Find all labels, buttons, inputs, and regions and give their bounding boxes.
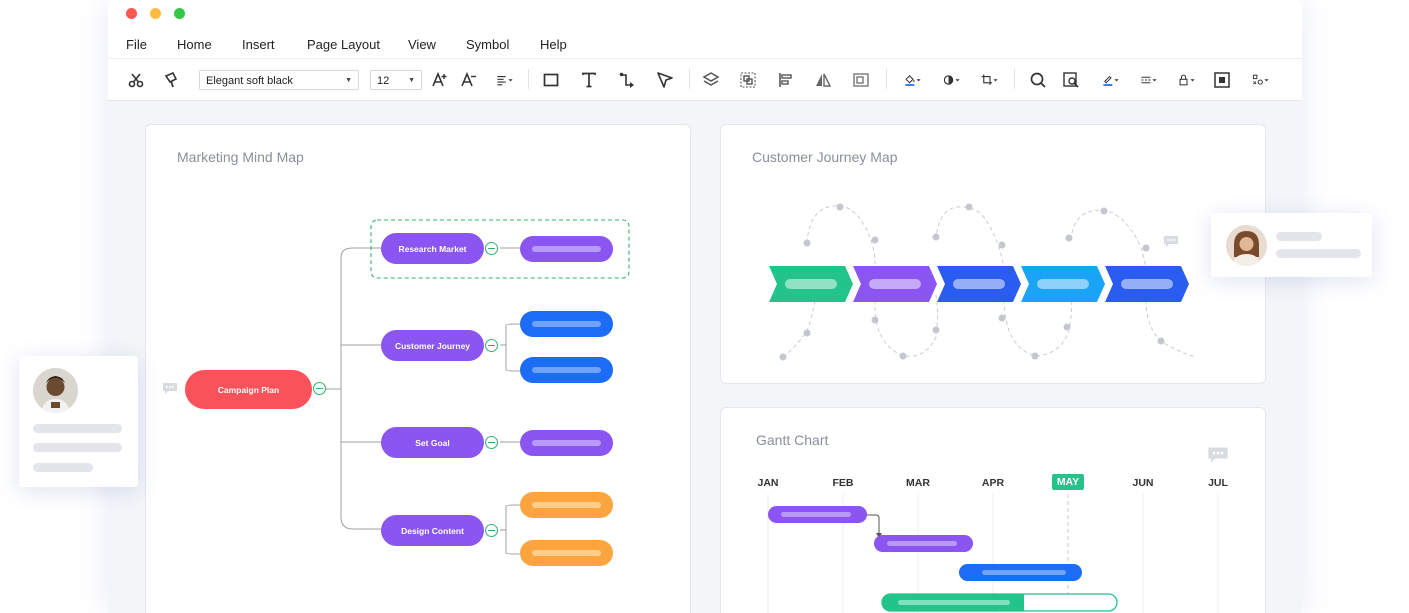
collapse-toggle[interactable] — [485, 524, 498, 537]
toolbar-divider — [689, 69, 690, 89]
frame-icon[interactable] — [852, 71, 870, 89]
close-window-button[interactable] — [126, 8, 137, 19]
collaborator-card[interactable] — [1211, 213, 1372, 277]
journey-stages — [769, 266, 1189, 302]
align-text-icon[interactable] — [492, 71, 518, 89]
find-replace-icon[interactable] — [1062, 71, 1080, 89]
journey-map-panel[interactable]: Customer Journey Map — [720, 124, 1266, 384]
maximize-window-button[interactable] — [174, 8, 185, 19]
gantt-task-bar-fill — [781, 512, 851, 517]
journey-stage-label-placeholder — [953, 279, 1005, 289]
fill-color-icon[interactable] — [900, 71, 926, 89]
menu-help[interactable]: Help — [540, 37, 567, 52]
menu-file[interactable]: File — [126, 37, 147, 52]
text-icon[interactable] — [580, 71, 598, 89]
minimize-window-button[interactable] — [150, 8, 161, 19]
more-tools-icon[interactable] — [1248, 71, 1274, 89]
gantt-month-label: MAR — [906, 477, 930, 489]
avatar — [33, 368, 78, 413]
layers-icon[interactable] — [702, 71, 720, 89]
font-size-select[interactable]: 12 ▼ — [370, 70, 422, 90]
mind-map-branch-node[interactable]: Research Market — [381, 233, 484, 264]
placeholder-line — [1276, 232, 1322, 241]
increase-font-icon[interactable] — [431, 71, 449, 89]
panel-title: Gantt Chart — [756, 432, 829, 448]
font-size-value: 12 — [377, 75, 390, 87]
menu-symbol[interactable]: Symbol — [466, 37, 509, 52]
mind-map-leaf-node[interactable] — [520, 311, 613, 337]
search-icon[interactable] — [1029, 71, 1047, 89]
crop-icon[interactable] — [977, 71, 1003, 89]
menu-insert[interactable]: Insert — [242, 37, 275, 52]
toolbar: Elegant soft black ▼ 12 ▼ — [108, 59, 1302, 101]
gantt-task-bar-fill — [982, 570, 1066, 575]
chevron-down-icon: ▼ — [345, 77, 352, 84]
collaborator-card[interactable] — [19, 356, 138, 487]
collapse-toggle[interactable] — [485, 339, 498, 352]
toolbar-divider — [1014, 69, 1015, 89]
align-left-icon[interactable] — [777, 71, 795, 89]
mind-map-leaf-node[interactable] — [520, 492, 613, 518]
line-color-icon[interactable] — [1098, 71, 1124, 89]
gantt-month-label-current: MAY — [1052, 474, 1084, 490]
flip-icon[interactable] — [814, 71, 832, 89]
toolbar-divider — [528, 69, 529, 89]
toolbar-divider — [886, 69, 887, 89]
mind-map-leaf-node[interactable] — [520, 430, 613, 456]
mind-map-leaf-node[interactable] — [520, 357, 613, 383]
gantt-chart — [767, 494, 1219, 613]
chevron-down-icon: ▼ — [408, 77, 415, 84]
connector-icon[interactable] — [618, 71, 636, 89]
journey-stage-label-placeholder — [1121, 279, 1173, 289]
gantt-month-label: JUL — [1208, 477, 1228, 489]
line-style-icon[interactable] — [1136, 71, 1162, 89]
format-painter-icon[interactable] — [162, 71, 180, 89]
gantt-task-bar-fill — [898, 600, 1010, 605]
gantt-month-label: JAN — [757, 477, 779, 489]
cut-icon[interactable] — [127, 71, 145, 89]
font-family-select[interactable]: Elegant soft black ▼ — [199, 70, 359, 90]
journey-stage-label-placeholder — [785, 279, 837, 289]
gantt-month-label: APR — [981, 477, 1005, 489]
collapse-toggle[interactable] — [485, 242, 498, 255]
pointer-icon[interactable] — [656, 71, 674, 89]
journey-path — [779, 203, 1197, 361]
placeholder-line — [33, 424, 122, 433]
title-bar — [108, 0, 1302, 28]
avatar — [1226, 225, 1267, 266]
placeholder-line — [1276, 249, 1361, 258]
mind-map-leaf-node[interactable] — [520, 540, 613, 566]
menu-bar: File Home Insert Page Layout View Symbol… — [108, 28, 1302, 59]
fit-page-icon[interactable] — [1213, 71, 1231, 89]
decrease-font-icon[interactable] — [460, 71, 478, 89]
shape-style-icon[interactable] — [939, 71, 965, 89]
gantt-task-bar-fill — [887, 541, 957, 546]
placeholder-line — [33, 443, 122, 452]
app-window: File Home Insert Page Layout View Symbol… — [108, 0, 1302, 613]
placeholder-line — [33, 463, 93, 472]
gantt-month-label: FEB — [832, 477, 854, 489]
rectangle-icon[interactable] — [542, 71, 560, 89]
comment-icon[interactable] — [162, 382, 178, 395]
mind-map-leaf-node[interactable] — [520, 236, 613, 262]
collapse-toggle[interactable] — [485, 436, 498, 449]
mind-map-branch-node[interactable]: Design Content — [381, 515, 484, 546]
menu-page-layout[interactable]: Page Layout — [307, 37, 380, 52]
collapse-toggle[interactable] — [313, 382, 326, 395]
journey-stage-label-placeholder — [1037, 279, 1089, 289]
mind-map-panel[interactable]: Marketing Mind Map Campaign Plan Researc… — [145, 124, 691, 613]
comment-icon[interactable] — [1207, 446, 1229, 464]
group-icon[interactable] — [739, 71, 757, 89]
gantt-month-label: JUN — [1132, 477, 1154, 489]
mind-map-branch-node[interactable]: Customer Journey — [381, 330, 484, 361]
menu-view[interactable]: View — [408, 37, 436, 52]
journey-stage-label-placeholder — [869, 279, 921, 289]
lock-icon[interactable] — [1174, 71, 1200, 89]
menu-home[interactable]: Home — [177, 37, 212, 52]
font-family-value: Elegant soft black — [206, 75, 293, 87]
mind-map-branch-node[interactable]: Set Goal — [381, 427, 484, 458]
comment-icon[interactable] — [1163, 235, 1179, 248]
mind-map-root-node[interactable]: Campaign Plan — [185, 370, 312, 409]
